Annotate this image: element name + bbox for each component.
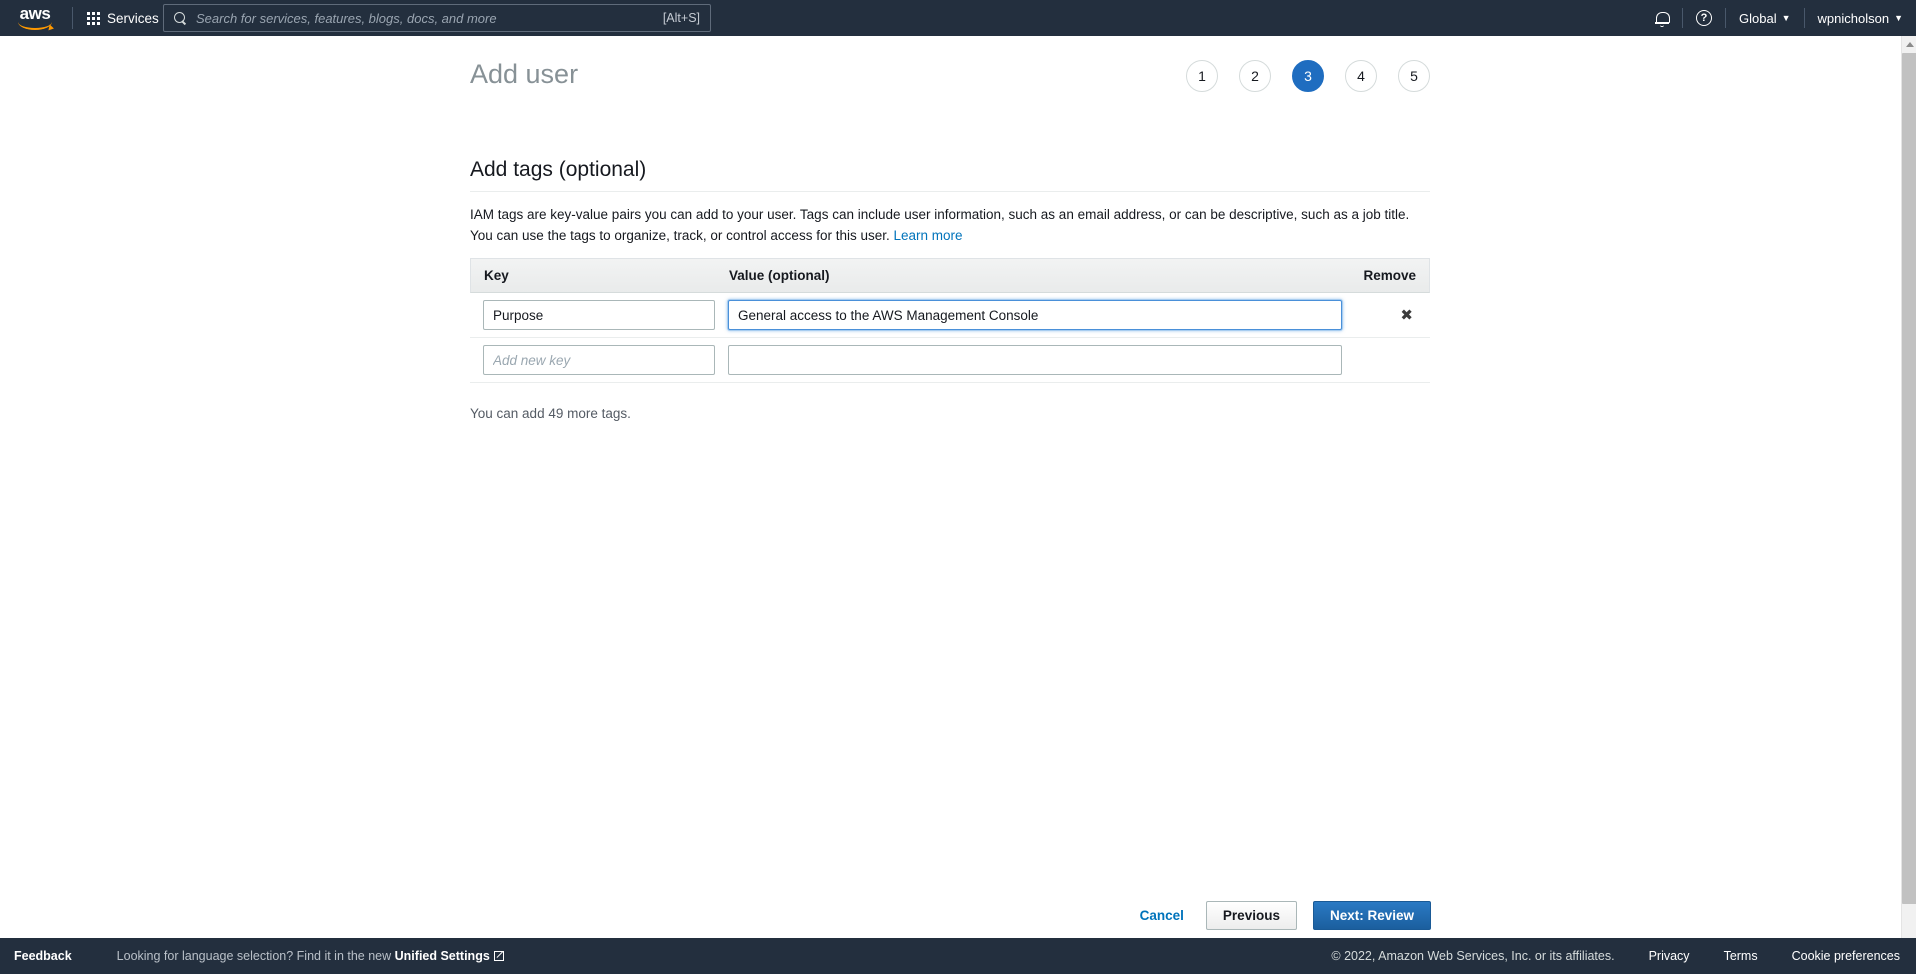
grid-icon <box>87 11 100 25</box>
help-button[interactable]: ? <box>1683 0 1725 36</box>
top-navigation-bar: aws Services Search for services, featur… <box>0 0 1916 36</box>
step-3[interactable]: 3 <box>1292 60 1324 92</box>
search-shortcut-hint: [Alt+S] <box>662 11 700 25</box>
chevron-down-icon: ▼ <box>1781 13 1791 23</box>
external-link-icon <box>493 951 504 961</box>
cancel-button[interactable]: Cancel <box>1134 901 1190 930</box>
scroll-up-button[interactable] <box>1902 36 1916 53</box>
tag-key-cell <box>483 300 728 330</box>
step-2[interactable]: 2 <box>1239 60 1271 92</box>
nav-right-group: ? Global ▼ wpnicholson ▼ <box>1642 0 1916 36</box>
table-header-row: Key Value (optional) Remove <box>470 258 1430 293</box>
tag-value-cell <box>728 300 1345 330</box>
section-description: IAM tags are key-value pairs you can add… <box>470 205 1430 246</box>
services-label: Services <box>107 10 159 26</box>
feedback-link[interactable]: Feedback <box>14 949 72 963</box>
chevron-up-icon <box>1905 42 1914 47</box>
table-row <box>470 338 1430 383</box>
page-header: Add user 1 2 3 4 5 <box>470 56 1430 116</box>
page-scroll-area: Add user 1 2 3 4 5 Add tags (optional) I… <box>0 36 1901 938</box>
remaining-tags-note: You can add 49 more tags. <box>470 406 631 421</box>
tag-value-cell <box>728 345 1345 375</box>
bell-icon <box>1655 11 1671 27</box>
column-header-remove: Remove <box>1363 268 1416 283</box>
tags-table: Key Value (optional) Remove ✖ <box>470 258 1430 383</box>
footer-bar: Feedback Looking for language selection?… <box>0 938 1916 974</box>
section-title: Add tags (optional) <box>470 158 1430 192</box>
previous-button[interactable]: Previous <box>1205 901 1297 930</box>
action-bar: Cancel Previous Next: Review <box>0 893 1901 938</box>
language-notice-text: Looking for language selection? Find it … <box>116 949 395 963</box>
terms-link[interactable]: Terms <box>1724 949 1758 963</box>
unified-settings-link[interactable]: Unified Settings <box>395 949 490 963</box>
aws-logo[interactable]: aws <box>12 4 58 32</box>
region-selector[interactable]: Global ▼ <box>1726 0 1804 36</box>
services-menu-button[interactable]: Services <box>77 5 169 32</box>
scrollbar-thumb[interactable] <box>1902 53 1916 904</box>
step-indicator: 1 2 3 4 5 <box>1186 60 1430 92</box>
add-tags-section: Add tags (optional) IAM tags are key-val… <box>470 158 1430 246</box>
table-row: ✖ <box>470 293 1430 338</box>
vertical-scrollbar[interactable] <box>1901 36 1916 938</box>
column-header-key: Key <box>484 268 509 283</box>
account-menu[interactable]: wpnicholson ▼ <box>1805 0 1916 36</box>
next-review-button[interactable]: Next: Review <box>1312 901 1431 930</box>
global-search-input[interactable]: Search for services, features, blogs, do… <box>163 4 711 32</box>
column-header-value: Value (optional) <box>729 268 830 283</box>
cookie-preferences-link[interactable]: Cookie preferences <box>1792 949 1900 963</box>
search-placeholder: Search for services, features, blogs, do… <box>196 10 497 26</box>
aws-logo-text: aws <box>19 4 51 23</box>
copyright-text: © 2022, Amazon Web Services, Inc. or its… <box>1331 949 1615 963</box>
aws-logo-swoosh-icon <box>18 22 52 30</box>
privacy-link[interactable]: Privacy <box>1649 949 1690 963</box>
tag-remove-cell: ✖ <box>1345 306 1417 325</box>
step-5[interactable]: 5 <box>1398 60 1430 92</box>
learn-more-link[interactable]: Learn more <box>893 228 962 243</box>
tag-key-input-1[interactable] <box>483 345 715 375</box>
step-4[interactable]: 4 <box>1345 60 1377 92</box>
tag-value-input-1[interactable] <box>728 345 1342 375</box>
nav-divider <box>72 7 73 29</box>
help-icon: ? <box>1696 10 1713 26</box>
tag-key-input-0[interactable] <box>483 300 715 330</box>
language-notice: Looking for language selection? Find it … <box>117 949 504 963</box>
tag-key-cell <box>483 345 728 375</box>
footer-right-group: © 2022, Amazon Web Services, Inc. or its… <box>1331 949 1916 963</box>
chevron-down-icon: ▼ <box>1894 13 1903 23</box>
footer-left-group: Feedback Looking for language selection?… <box>0 949 504 963</box>
tag-value-input-0[interactable] <box>728 300 1342 330</box>
remove-tag-button-0[interactable]: ✖ <box>1396 306 1417 325</box>
region-label: Global <box>1739 10 1777 26</box>
search-icon <box>174 11 187 25</box>
account-label: wpnicholson <box>1817 10 1890 26</box>
notifications-button[interactable] <box>1642 0 1682 36</box>
step-1[interactable]: 1 <box>1186 60 1218 92</box>
